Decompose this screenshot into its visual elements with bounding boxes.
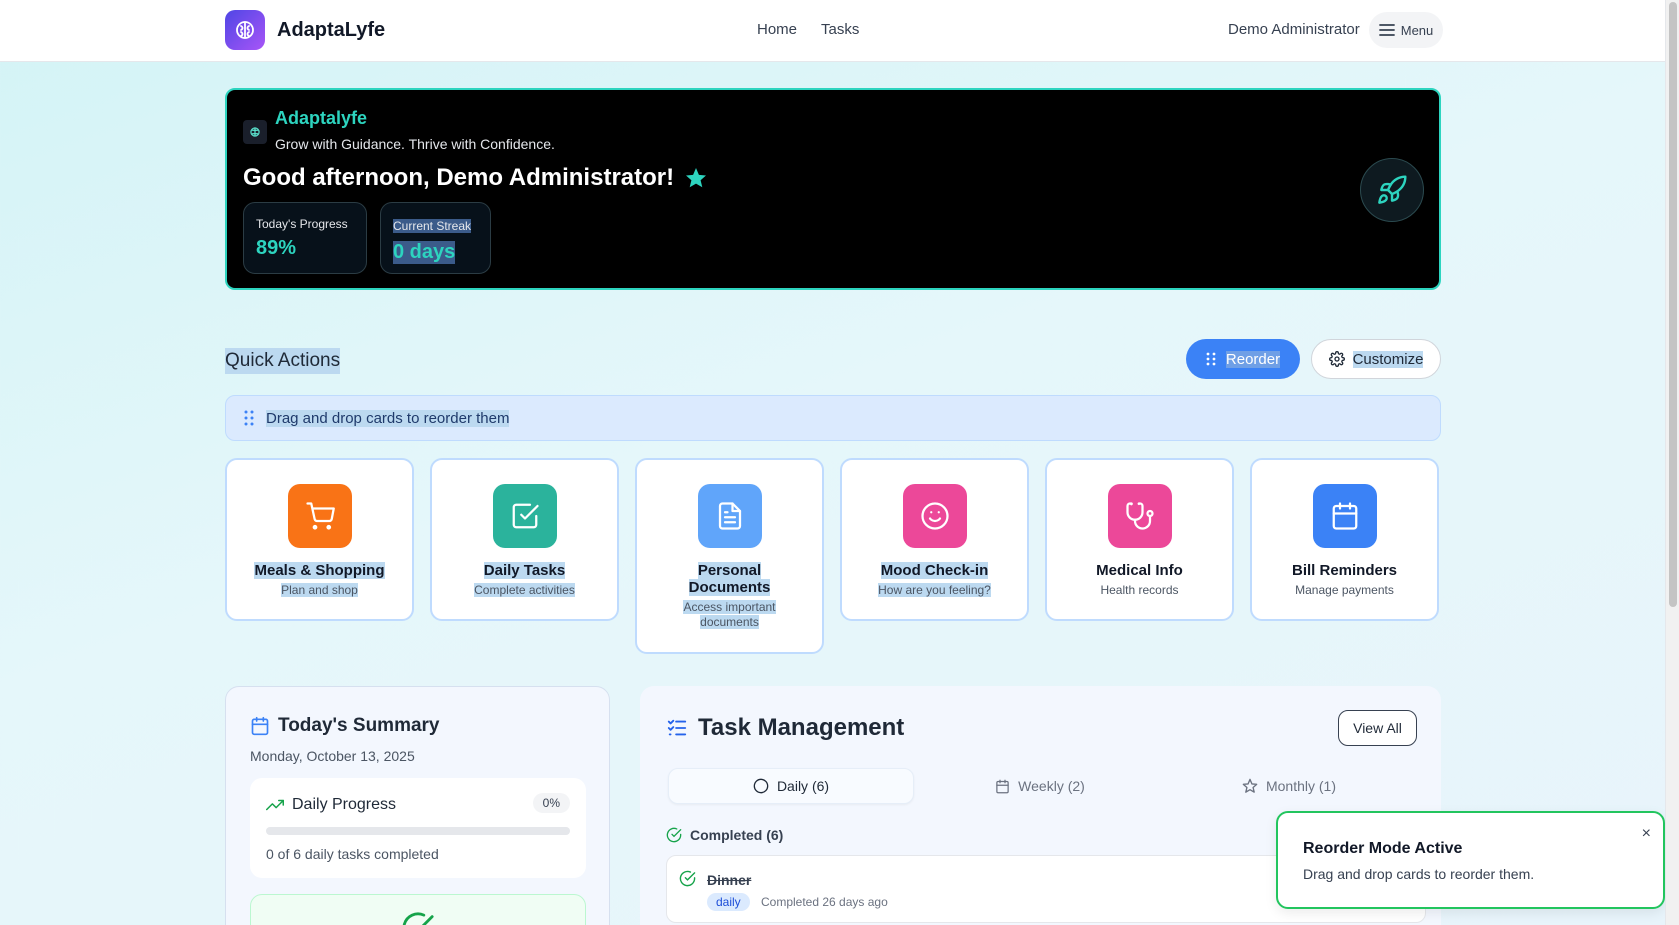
task-management-title: Task Management (666, 714, 904, 742)
quick-actions-title: Quick Actions (225, 348, 341, 374)
card-title: Bill Reminders (1291, 562, 1398, 579)
hero-tagline: Grow with Guidance. Thrive with Confiden… (275, 136, 555, 152)
card-subtitle: Complete activities (474, 583, 575, 597)
star-outline-icon (1242, 778, 1258, 793)
task-completed-time: Completed 26 days ago (761, 895, 888, 909)
customize-button[interactable]: Customize (1311, 339, 1441, 379)
tab-label: Monthly (1) (1265, 778, 1337, 794)
action-card-meals-shopping[interactable]: Meals & Shopping Plan and shop (225, 458, 414, 621)
todays-summary-panel: Today's Summary Monday, October 13, 2025… (225, 686, 610, 925)
calendar-icon (996, 779, 1009, 793)
card-title: Personal Documents (688, 562, 771, 596)
circle-icon (753, 778, 769, 794)
stat-label: Current Streak (393, 219, 472, 233)
action-card-daily-tasks[interactable]: Daily Tasks Complete activities (430, 458, 619, 621)
card-title: Meals & Shopping (254, 562, 385, 579)
action-card-bill-reminders[interactable]: Bill Reminders Manage payments (1250, 458, 1439, 621)
scrollbar-thumb[interactable] (1669, 2, 1677, 607)
reorder-label: Reorder (1225, 350, 1281, 368)
toast-title: Reorder Mode Active (1303, 840, 1463, 857)
hero-banner: Adaptalyfe Grow with Guidance. Thrive wi… (225, 88, 1441, 290)
user-name[interactable]: Demo Administrator (1228, 21, 1360, 38)
stat-current-streak: Current Streak 0 days (380, 202, 491, 274)
grip-icon (244, 410, 254, 426)
progress-bar (266, 827, 570, 835)
action-card-personal-documents[interactable]: Personal Documents Access important docu… (635, 458, 824, 654)
completed-label: Completed (6) (690, 827, 784, 843)
summary-date: Monday, October 13, 2025 (250, 748, 415, 764)
progress-percent-badge: 0% (532, 793, 570, 813)
stethoscope-icon (1107, 484, 1172, 548)
menu-label: Menu (1400, 22, 1434, 38)
completion-card (250, 894, 586, 925)
menu-button[interactable]: Menu (1369, 12, 1443, 48)
card-subtitle: Access important documents (683, 600, 776, 629)
tab-weekly[interactable]: Weekly (2) (917, 768, 1163, 804)
drag-hint-text: Drag and drop cards to reorder them (266, 409, 510, 427)
card-title: Mood Check-in (880, 562, 989, 579)
hamburger-icon (1378, 24, 1395, 36)
summary-title-text: Today's Summary (278, 715, 440, 736)
check-circle-icon (666, 827, 682, 843)
customize-label: Customize (1352, 350, 1424, 368)
calendar-icon (1312, 484, 1377, 548)
toast-notification: Reorder Mode Active Drag and drop cards … (1276, 811, 1665, 909)
action-card-medical-info[interactable]: Medical Info Health records (1045, 458, 1234, 621)
card-subtitle: How are you feeling? (878, 583, 991, 597)
card-subtitle: Health records (1100, 583, 1179, 597)
nav-link-home[interactable]: Home (757, 21, 797, 38)
smile-icon (902, 484, 967, 548)
card-subtitle: Manage payments (1295, 583, 1394, 597)
cart-icon (287, 484, 352, 548)
progress-header: Daily Progress (266, 796, 396, 814)
hero-app-name: Adaptalyfe (275, 108, 368, 128)
action-card-mood-check-in[interactable]: Mood Check-in How are you feeling? (840, 458, 1029, 621)
view-all-button[interactable]: View All (1338, 710, 1417, 746)
card-title: Daily Tasks (483, 562, 566, 579)
tab-daily[interactable]: Daily (6) (668, 768, 914, 804)
star-icon (686, 168, 707, 188)
stat-todays-progress: Today's Progress 89% (243, 202, 367, 274)
card-subtitle: Plan and shop (281, 583, 358, 597)
task-management-title-text: Task Management (698, 714, 905, 741)
check-circle-icon (679, 870, 696, 887)
greeting: Good afternoon, Demo Administrator! (243, 164, 708, 192)
completed-section-header[interactable]: Completed (6) (666, 827, 783, 843)
brand-name: AdaptaLyfe (277, 18, 386, 41)
brand[interactable]: AdaptaLyfe (225, 10, 385, 50)
page-scrollbar[interactable] (1665, 0, 1679, 925)
toast-message: Drag and drop cards to reorder them. (1303, 866, 1535, 882)
greeting-text: Good afternoon, Demo Administrator! (243, 164, 675, 191)
stat-value: 89% (256, 237, 297, 259)
progress-title: Daily Progress (292, 796, 397, 813)
nav-links: Home Tasks (757, 21, 859, 38)
card-title: Medical Info (1096, 562, 1183, 579)
stat-label: Today's Progress (256, 217, 348, 231)
task-frequency-badge: daily (707, 893, 750, 911)
daily-progress-card: Daily Progress 0% 0 of 6 daily tasks com… (250, 778, 586, 878)
document-icon (697, 484, 762, 548)
progress-caption: 0 of 6 daily tasks completed (266, 846, 439, 862)
stat-value: 0 days (393, 241, 456, 264)
trending-up-icon (266, 799, 284, 811)
app-logo-icon (243, 120, 267, 144)
grip-icon (1206, 352, 1216, 366)
checkbox-icon (492, 484, 557, 548)
close-icon[interactable]: × (1642, 825, 1651, 843)
calendar-icon (251, 716, 269, 736)
rocket-icon (1360, 158, 1424, 222)
check-circle-icon (402, 912, 434, 925)
summary-title: Today's Summary (250, 715, 440, 737)
task-name: Dinner (707, 872, 752, 888)
brain-icon (225, 10, 265, 50)
tab-label: Weekly (2) (1018, 778, 1085, 794)
gear-icon (1328, 351, 1345, 367)
tab-label: Daily (6) (776, 778, 830, 794)
nav-link-tasks[interactable]: Tasks (821, 21, 859, 38)
list-check-icon (667, 719, 687, 736)
reorder-button[interactable]: Reorder (1186, 339, 1300, 379)
top-navbar: AdaptaLyfe Home Tasks Demo Administrator… (0, 0, 1665, 62)
tab-monthly[interactable]: Monthly (1) (1166, 768, 1412, 804)
drag-hint-banner: Drag and drop cards to reorder them (225, 395, 1441, 441)
